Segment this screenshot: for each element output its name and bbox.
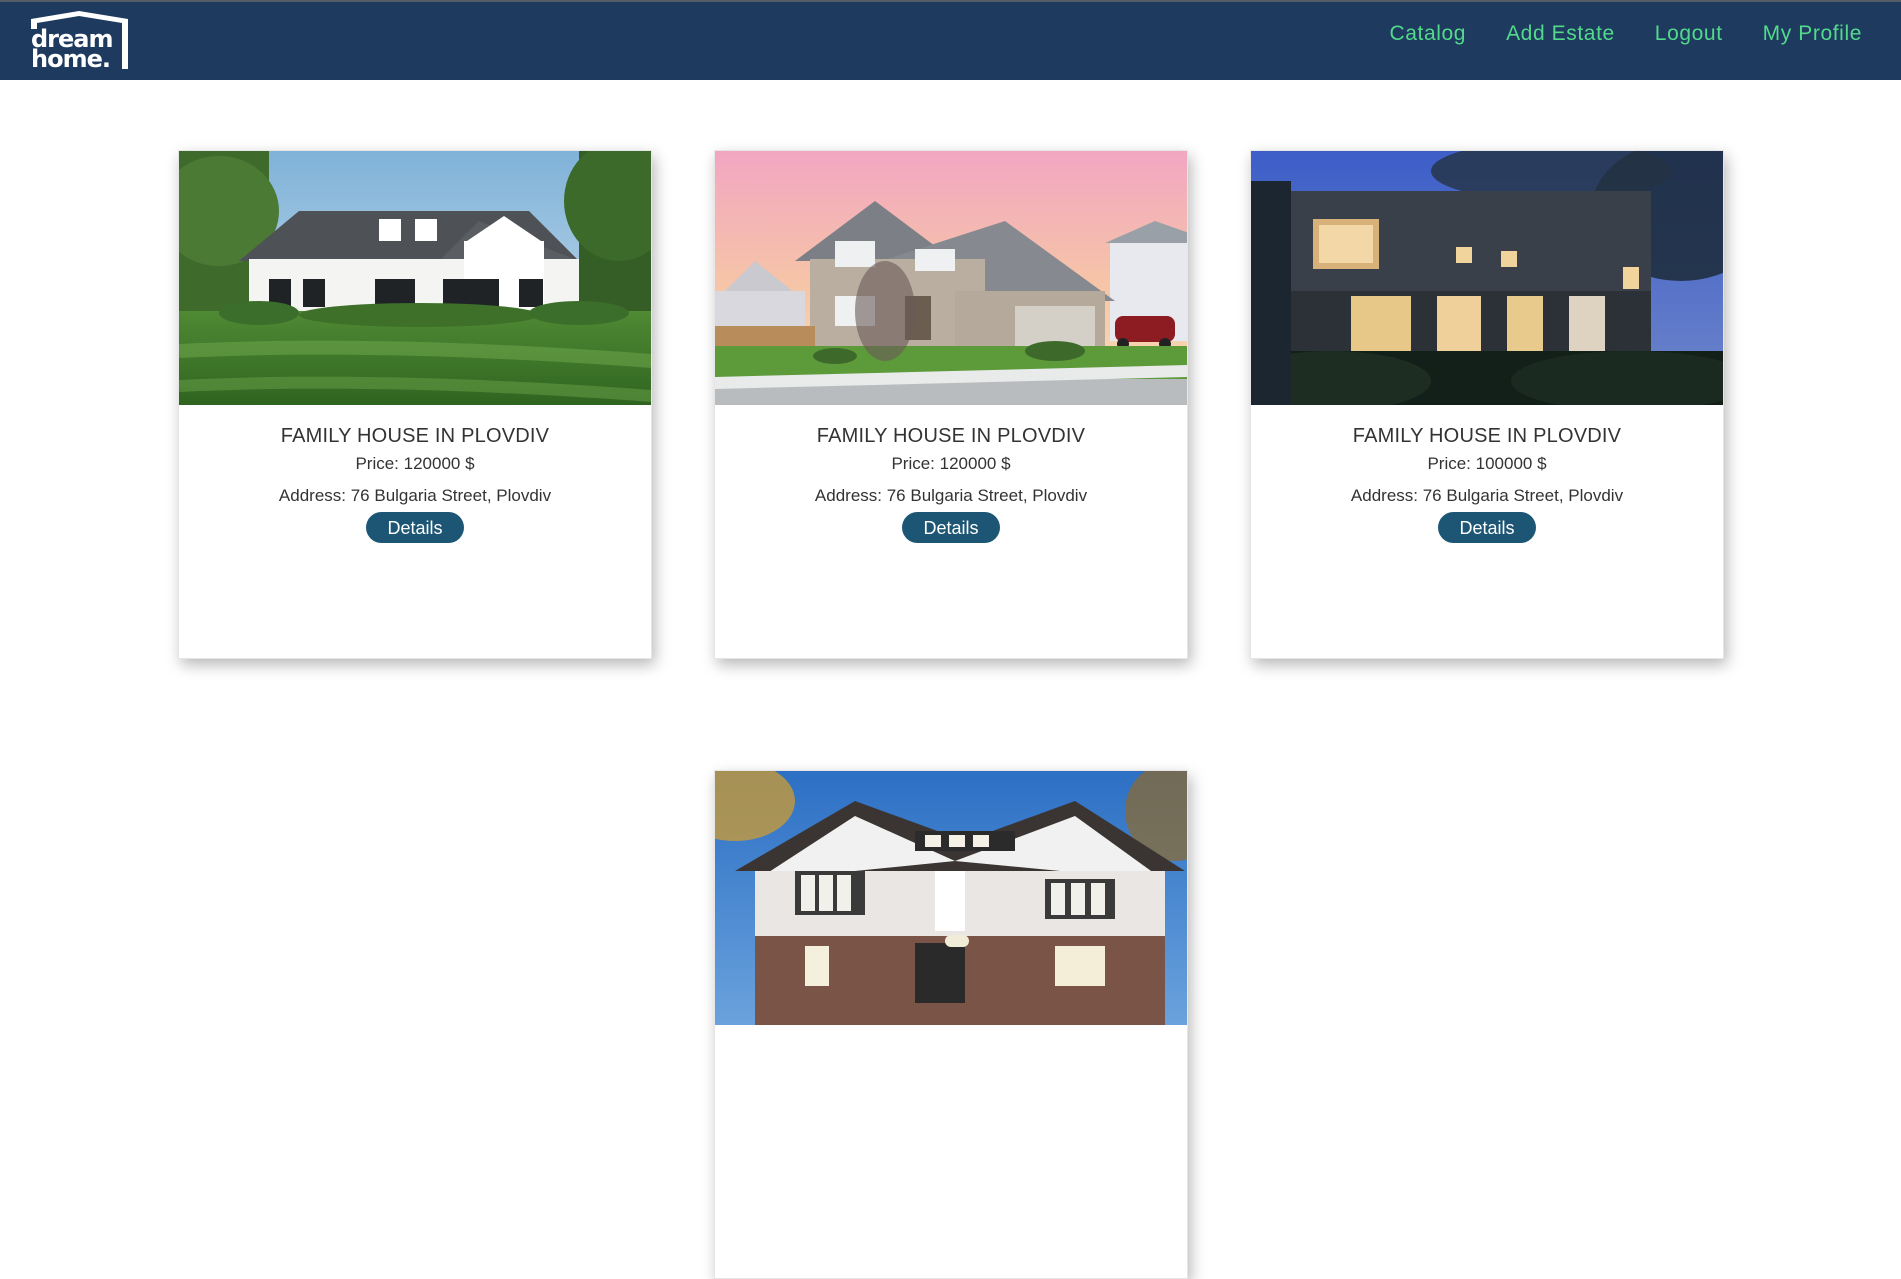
nav-catalog-link[interactable]: Catalog	[1389, 22, 1466, 46]
nav-add-estate-link[interactable]: Add Estate	[1506, 22, 1615, 46]
nav-logout-link[interactable]: Logout	[1655, 22, 1723, 46]
logo-text-line2: home.	[31, 45, 110, 71]
estate-photo-white-farmhouse[interactable]	[179, 151, 652, 405]
site-header: dream home. Catalog Add Estate Logout My…	[0, 2, 1901, 80]
estate-price: Price: 100000 $	[1427, 454, 1547, 473]
estate-card: FAMILY HOUSE IN PLOVDIV Price: 120000 $ …	[714, 150, 1188, 659]
estate-address: Address: 76 Bulgaria Street, Plovdiv	[1350, 486, 1624, 505]
estate-card	[714, 770, 1188, 1279]
dream-home-logo[interactable]: dream home.	[28, 9, 132, 71]
details-button[interactable]: Details	[1438, 512, 1536, 543]
estate-address: Address: 76 Bulgaria Street, Plovdiv	[278, 486, 552, 505]
estate-card: FAMILY HOUSE IN PLOVDIV Price: 100000 $ …	[1250, 150, 1724, 659]
estate-card: FAMILY HOUSE IN PLOVDIV Price: 120000 $ …	[178, 150, 652, 659]
estate-photo-suburban-house[interactable]	[715, 151, 1188, 405]
nav-my-profile-link[interactable]: My Profile	[1763, 22, 1862, 46]
estate-photo-modern-villa[interactable]	[715, 771, 1188, 1025]
estate-price: Price: 120000 $	[355, 454, 475, 473]
estate-address: Address: 76 Bulgaria Street, Plovdiv	[814, 486, 1088, 505]
estate-title: FAMILY HOUSE IN PLOVDIV	[280, 425, 550, 447]
details-button[interactable]: Details	[366, 512, 464, 543]
main-nav: Catalog Add Estate Logout My Profile	[1389, 2, 1862, 66]
estate-photo-modern-dark-house[interactable]	[1251, 151, 1724, 405]
estate-title: FAMILY HOUSE IN PLOVDIV	[816, 425, 1086, 447]
estate-price: Price: 120000 $	[891, 454, 1011, 473]
estate-title: FAMILY HOUSE IN PLOVDIV	[1352, 425, 1622, 447]
details-button[interactable]: Details	[902, 512, 1000, 543]
